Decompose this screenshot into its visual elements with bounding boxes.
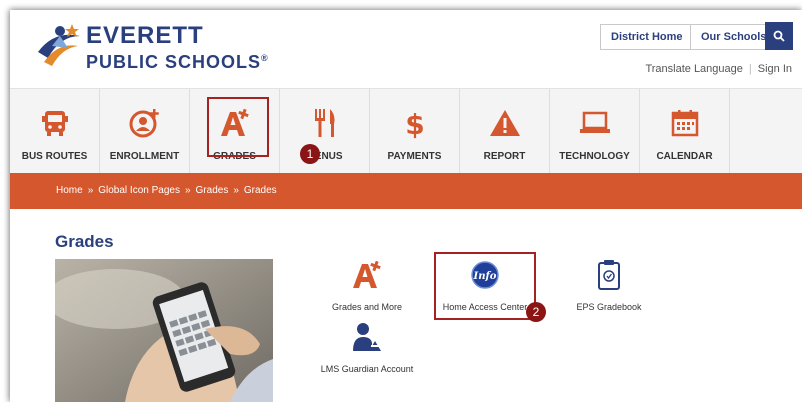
logo-line2: PUBLIC SCHOOLS® xyxy=(86,48,269,72)
utility-links: Translate Language | Sign In xyxy=(645,63,792,75)
nav-label: BUS ROUTES xyxy=(21,151,88,162)
step-1-badge: 1 xyxy=(300,144,320,164)
logo-figure-icon xyxy=(38,24,80,66)
tile-label: LMS Guardian Account xyxy=(320,364,414,374)
district-home-button[interactable]: District Home xyxy=(600,24,694,50)
nav-label: CALENDAR xyxy=(656,151,713,162)
page-title: Grades xyxy=(55,232,114,251)
sign-in-link[interactable]: Sign In xyxy=(758,63,792,75)
nav-item-menus[interactable]: MENUS xyxy=(280,89,370,174)
step-2-badge: 2 xyxy=(526,302,546,322)
translate-language-link[interactable]: Translate Language xyxy=(645,63,742,75)
breadcrumb-separator: » xyxy=(87,185,94,196)
add-person-icon xyxy=(128,107,162,139)
breadcrumb-separator: » xyxy=(184,185,191,196)
breadcrumb-grades-current: Grades xyxy=(243,185,277,196)
tile-eps-gradebook[interactable]: EPS Gradebook xyxy=(549,258,669,312)
icon-navigation: BUS ROUTES ENROLLMENT GRADES MENUS $ PAY… xyxy=(10,88,802,174)
grade-a-plus-icon xyxy=(218,107,252,139)
search-button[interactable] xyxy=(765,22,793,50)
dollar-icon: $ xyxy=(398,107,432,139)
breadcrumb-global-icon-pages[interactable]: Global Icon Pages xyxy=(98,185,180,196)
laptop-icon xyxy=(578,107,612,139)
nav-item-bus-routes[interactable]: BUS ROUTES xyxy=(10,89,100,174)
link-separator: | xyxy=(748,63,752,75)
bus-icon xyxy=(38,107,72,139)
nav-item-report[interactable]: REPORT xyxy=(460,89,550,174)
nav-label: TECHNOLOGY xyxy=(559,151,630,162)
logo-text: EVERETT PUBLIC SCHOOLS® xyxy=(86,22,269,73)
tile-label: Grades and More xyxy=(331,302,403,312)
nav-item-payments[interactable]: $ PAYMENTS xyxy=(370,89,460,174)
breadcrumb-grades-parent[interactable]: Grades xyxy=(196,185,229,196)
nav-item-enrollment[interactable]: ENROLLMENT xyxy=(100,89,190,174)
tile-grades-and-more[interactable]: Grades and More xyxy=(307,258,427,312)
breadcrumb-separator: » xyxy=(233,185,239,196)
nav-label: REPORT xyxy=(483,151,526,162)
tile-label: EPS Gradebook xyxy=(576,302,642,312)
phone-photo xyxy=(55,259,273,402)
district-logo[interactable]: EVERETT PUBLIC SCHOOLS® xyxy=(34,22,274,72)
svg-text:$: $ xyxy=(405,108,424,139)
nav-item-grades[interactable]: GRADES xyxy=(190,89,280,174)
breadcrumb: Home » Global Icon Pages » Grades » Grades xyxy=(10,173,802,209)
nav-item-technology[interactable]: TECHNOLOGY xyxy=(550,89,640,174)
breadcrumb-home[interactable]: Home xyxy=(56,185,83,196)
clipboard-icon xyxy=(591,258,627,292)
grade-a-plus-icon xyxy=(349,258,385,292)
nav-label: GRADES xyxy=(213,151,256,162)
nav-item-calendar[interactable]: CALENDAR xyxy=(640,89,730,174)
search-icon xyxy=(773,30,785,42)
site-header: EVERETT PUBLIC SCHOOLS® District Home Ou… xyxy=(10,10,802,88)
tile-lms-guardian-account[interactable]: LMS Guardian Account xyxy=(307,320,427,374)
fork-knife-icon xyxy=(308,107,342,139)
registered-mark: ® xyxy=(261,53,269,63)
nav-label: PAYMENTS xyxy=(387,151,442,162)
browser-frame: EVERETT PUBLIC SCHOOLS® District Home Ou… xyxy=(10,10,802,402)
nav-label: ENROLLMENT xyxy=(109,151,180,162)
logo-line2-text: PUBLIC SCHOOLS xyxy=(86,52,262,72)
logo-line1: EVERETT xyxy=(86,22,204,49)
tile-highlight-box xyxy=(434,252,536,320)
calendar-icon xyxy=(668,107,702,139)
warning-icon xyxy=(488,107,522,139)
guardian-icon xyxy=(349,320,385,354)
